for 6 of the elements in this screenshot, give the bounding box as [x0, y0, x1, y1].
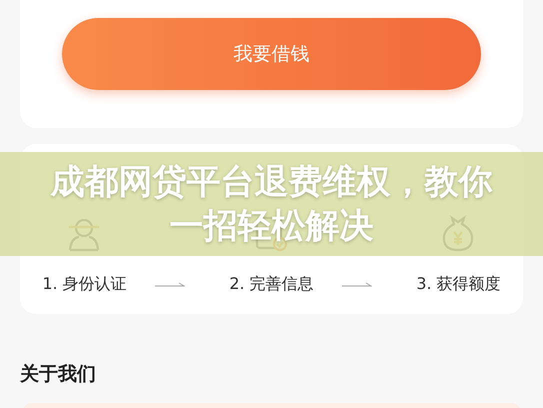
step-label: 3. 获得额度	[416, 273, 501, 295]
step-label: 1. 身份认证	[42, 273, 127, 295]
about-title: 关于我们	[20, 362, 97, 387]
borrow-button[interactable]: 我要借钱	[62, 18, 481, 90]
title-banner: 成都网贷平台退费维权，教你一招轻松解决	[0, 152, 543, 256]
step-label: 2. 完善信息	[229, 273, 314, 295]
